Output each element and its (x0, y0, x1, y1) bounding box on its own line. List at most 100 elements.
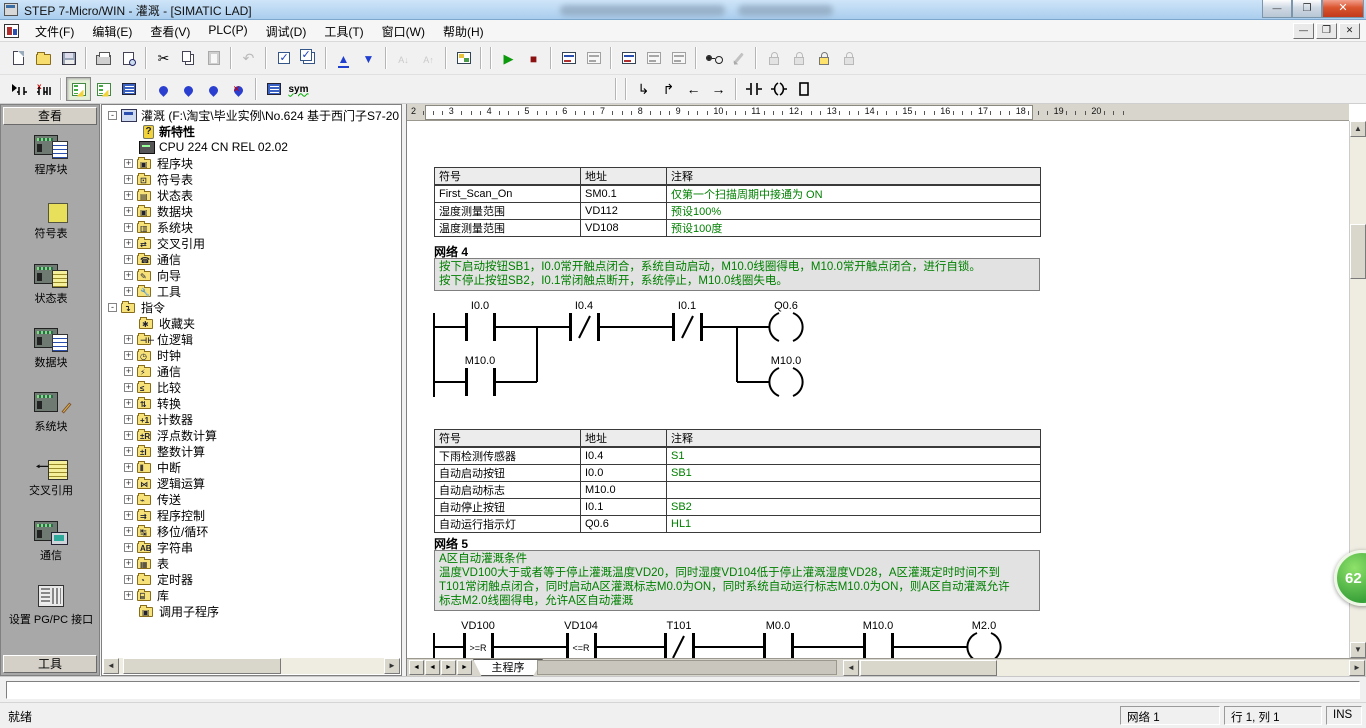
expand-icon[interactable]: + (124, 478, 133, 488)
table-row[interactable]: 下雨检测传感器 I0.4 S1 (434, 446, 1041, 465)
save-project-button[interactable] (56, 46, 81, 70)
tree-item[interactable]: + ⇄ 交叉引用 (102, 235, 401, 251)
menu-item-6[interactable]: 工具(T) (315, 20, 372, 42)
menu-item-8[interactable]: 帮助(H) (434, 20, 493, 42)
tree-item[interactable]: + ⦀ 中断 (102, 459, 401, 475)
insert-box-button[interactable] (791, 77, 816, 101)
copy-button[interactable] (176, 46, 201, 70)
collapse-icon[interactable]: - (108, 302, 117, 312)
tree-item[interactable]: + ▣ 数据块 (102, 203, 401, 219)
table-row[interactable]: 自动停止按钮 I0.1 SB2 (434, 498, 1041, 516)
pause-program-status-button[interactable] (581, 46, 606, 70)
symbol-table-button[interactable] (261, 77, 286, 101)
tree-item[interactable]: + ⚡ 通信 (102, 363, 401, 379)
expand-icon[interactable]: + (124, 414, 133, 424)
tree-item[interactable]: + ▤ 状态表 (102, 187, 401, 203)
table-row[interactable]: 自动启动按钮 I0.0 SB1 (434, 464, 1041, 482)
tree-item[interactable]: + ⇅ 转换 (102, 395, 401, 411)
sidebar-item-cross-reference[interactable]: 交叉引用 (1, 454, 101, 498)
menu-item-1[interactable]: 文件(F) (26, 20, 83, 42)
expand-icon[interactable]: + (124, 206, 133, 216)
table-row[interactable]: First_Scan_On SM0.1 仅第一个扫描周期中接通为 ON (434, 184, 1041, 203)
insert-coil-button[interactable] (766, 77, 791, 101)
print-button[interactable] (91, 46, 116, 70)
bookmark-toggle-button[interactable] (761, 46, 786, 70)
view-table-button[interactable] (116, 77, 141, 101)
open-project-button[interactable] (31, 46, 56, 70)
network-comment[interactable]: 按下启动按钮SB1，I0.0常开触点闭合，系统自动启动，M10.0线圈得电，M1… (434, 258, 1040, 291)
tree-item[interactable]: + ⋈ 逻辑运算 (102, 475, 401, 491)
tree-item[interactable]: + ⌸ 库 (102, 587, 401, 603)
run-button[interactable] (496, 46, 521, 70)
upload-button[interactable] (331, 46, 356, 70)
tree-item[interactable]: + ▦ 表 (102, 555, 401, 571)
expand-icon[interactable]: + (124, 430, 133, 440)
ladder-network-4[interactable]: I0.0 I0.4 I0.1 Q0.6 M10.0 M10.0 (407, 297, 1047, 417)
sidebar-item-data-block[interactable]: 数据块 (1, 326, 101, 370)
tree-item[interactable]: + ↹ 移位/循环 (102, 523, 401, 539)
expand-icon[interactable]: + (124, 526, 133, 536)
ladder-network-5[interactable]: VD100 >=R VD104 <=R T101 M0.0 M10.0 M2.0 (407, 615, 1047, 658)
scroll-up-button[interactable] (1350, 121, 1366, 137)
table-row[interactable]: 自动启动标志 M10.0 (434, 481, 1041, 499)
table-row[interactable]: 湿度测量范围 VD112 预设100% (434, 202, 1041, 220)
expand-icon[interactable]: + (124, 286, 133, 296)
tab-main-program[interactable]: 主程序 (473, 659, 543, 676)
expand-icon[interactable]: + (124, 366, 133, 376)
program-status-button[interactable] (556, 46, 581, 70)
expand-icon[interactable]: + (124, 558, 133, 568)
tree-item[interactable]: + ⌁ 传送 (102, 491, 401, 507)
ladder-content[interactable]: 符号 地址 注释 First_Scan_On SM0.1 仅第一个扫描周期中接通为 ON 湿… (407, 121, 1349, 658)
new-project-button[interactable] (6, 46, 31, 70)
tree-item[interactable]: + ⇉ 程序控制 (102, 507, 401, 523)
tree-item[interactable]: + ▣ 程序块 (102, 155, 401, 171)
tree-horizontal-scrollbar[interactable] (103, 658, 400, 674)
tree-item[interactable]: 新特性 (102, 123, 401, 139)
tree-item[interactable]: + AB 字符串 (102, 539, 401, 555)
stop-button[interactable] (521, 46, 546, 70)
scroll-right-button[interactable] (384, 658, 400, 674)
menu-item-2[interactable]: 编辑(E) (83, 20, 141, 42)
tree-item[interactable]: + ▥ 系统块 (102, 219, 401, 235)
tree-item[interactable]: - ↴ 指令 (102, 299, 401, 315)
mdi-minimize-button[interactable] (1293, 23, 1314, 39)
scroll-left-button[interactable] (843, 660, 859, 676)
symbol-tool-3-button[interactable] (201, 77, 226, 101)
menu-item-3[interactable]: 查看(V) (141, 20, 199, 42)
minimize-button[interactable] (1262, 0, 1292, 18)
collapse-icon[interactable]: - (108, 110, 117, 120)
tree-item[interactable]: + 🔧 工具 (102, 283, 401, 299)
view-status-chart-button[interactable] (66, 77, 91, 101)
chart-status-button[interactable] (616, 46, 641, 70)
scroll-left-button[interactable] (103, 658, 119, 674)
bookmark-clear-button[interactable] (836, 46, 861, 70)
tree-item[interactable]: + ±I 整数计算 (102, 443, 401, 459)
print-preview-button[interactable] (116, 46, 141, 70)
expand-icon[interactable]: + (124, 174, 133, 184)
sidebar-item-system-block[interactable]: 系统块 (1, 390, 101, 434)
view-symbols-button[interactable] (701, 46, 726, 70)
sidebar-item-status-chart[interactable]: 状态表 (1, 262, 101, 306)
expand-icon[interactable]: + (124, 270, 133, 280)
sidebar-item-communications[interactable]: 通信 (1, 519, 101, 563)
sidebar-item-set-pgpc[interactable]: 设置 PG/PC 接口 (1, 583, 101, 627)
expand-icon[interactable]: + (124, 222, 133, 232)
tree-item[interactable]: ✱ 收藏夹 (102, 315, 401, 331)
line-right-button[interactable] (706, 77, 731, 101)
tree-item[interactable]: + ≤ 比较 (102, 379, 401, 395)
tree-item[interactable]: + ◷ 时钟 (102, 347, 401, 363)
options-button[interactable] (451, 46, 476, 70)
symbolic-addressing-button[interactable]: sym (286, 77, 311, 101)
menu-item-7[interactable]: 窗口(W) (373, 20, 434, 42)
tree-item[interactable]: ▣ 调用子程序 (102, 603, 401, 619)
bookmark-next-button[interactable] (786, 46, 811, 70)
pause-chart-button[interactable] (641, 46, 666, 70)
sort-ascending-button[interactable] (391, 46, 416, 70)
tree-item[interactable]: + ⊡ 符号表 (102, 171, 401, 187)
prev-tab-button[interactable] (425, 660, 440, 675)
tree-item[interactable]: + ◔ 定时器 (102, 571, 401, 587)
symbol-tool-4-button[interactable] (226, 77, 251, 101)
mdi-close-button[interactable] (1339, 23, 1360, 39)
undo-button[interactable] (236, 46, 261, 70)
unforce-contact-button[interactable]: x (31, 77, 56, 101)
